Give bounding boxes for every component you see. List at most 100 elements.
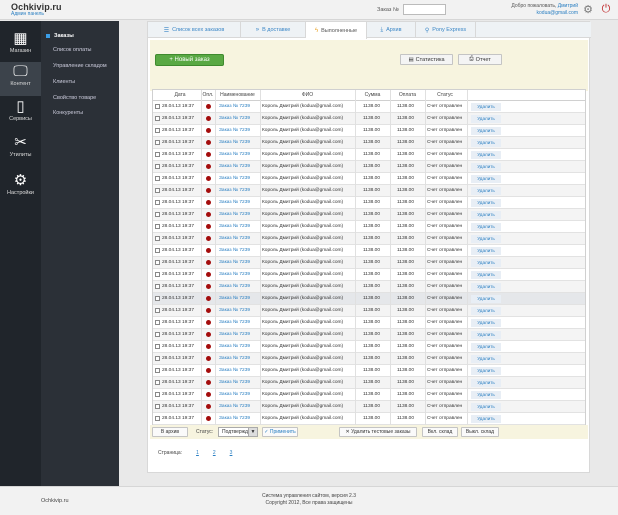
settings-gear-icon[interactable]: ⚙ [582, 3, 594, 16]
col-sum[interactable]: Сумма [355, 90, 390, 101]
page-link[interactable]: 1 [196, 450, 199, 456]
col-date[interactable]: Дата [159, 90, 201, 101]
delete-link[interactable]: Удалить [471, 247, 501, 255]
table-row[interactable]: 28.04.13 19:37 Заказ № 7239 Король Дмитрий… [153, 209, 585, 221]
row-checkbox[interactable] [155, 116, 160, 121]
order-link[interactable]: Заказ № 7239 [219, 365, 261, 377]
delete-link[interactable]: Удалить [471, 307, 501, 315]
order-link[interactable]: Заказ № 7239 [219, 233, 261, 245]
order-link[interactable]: Заказ № 7239 [219, 389, 261, 401]
table-row[interactable]: 28.04.13 19:37 Заказ № 7239 Король Дмитрий… [153, 377, 585, 389]
order-link[interactable]: Заказ № 7239 [219, 305, 261, 317]
delete-link[interactable]: Удалить [471, 187, 501, 195]
table-row[interactable]: 28.04.13 19:37 Заказ № 7239 Король Дмитрий… [153, 101, 585, 113]
row-checkbox[interactable] [155, 308, 160, 313]
tab-archive[interactable]: ⤓ Архив [367, 22, 416, 38]
delete-link[interactable]: Удалить [471, 127, 501, 135]
order-link[interactable]: Заказ № 7239 [219, 329, 261, 341]
tab-completed[interactable]: ϟ Выполненные [306, 22, 367, 39]
row-checkbox[interactable] [155, 128, 160, 133]
table-row[interactable]: 28.04.13 19:37 Заказ № 7239 Король Дмитрий… [153, 413, 585, 425]
order-link[interactable]: Заказ № 7239 [219, 257, 261, 269]
delete-link[interactable]: Удалить [471, 175, 501, 183]
delete-link[interactable]: Удалить [471, 415, 501, 423]
stock-off-button[interactable]: Выкл. склад [461, 427, 499, 437]
delete-test-orders-button[interactable]: ✕ Удалить тестовые заказы [339, 427, 417, 437]
col-fio[interactable]: ФИО [260, 90, 355, 101]
delete-link[interactable]: Удалить [471, 367, 501, 375]
rail-item-content[interactable]: 🖵 Контент [0, 62, 41, 96]
col-status[interactable]: Статус [425, 90, 465, 101]
status-select[interactable]: Подтвержден ▼ [218, 427, 258, 437]
table-row[interactable]: 28.04.13 19:37 Заказ № 7239 Король Дмитрий… [153, 389, 585, 401]
order-link[interactable]: Заказ № 7239 [219, 137, 261, 149]
table-row[interactable]: 28.04.13 19:37 Заказ № 7239 Король Дмитрий… [153, 185, 585, 197]
row-checkbox[interactable] [155, 392, 160, 397]
order-link[interactable]: Заказ № 7239 [219, 341, 261, 353]
delete-link[interactable]: Удалить [471, 235, 501, 243]
new-order-button[interactable]: + Новый заказ [155, 54, 224, 66]
order-link[interactable]: Заказ № 7239 [219, 221, 261, 233]
row-checkbox[interactable] [155, 272, 160, 277]
delete-link[interactable]: Удалить [471, 163, 501, 171]
delete-link[interactable]: Удалить [471, 319, 501, 327]
apply-button[interactable]: ✓ Применить [262, 427, 298, 437]
col-payment[interactable]: Оплата [390, 90, 425, 101]
tab-in-delivery[interactable]: » В доставке [241, 22, 306, 38]
row-checkbox[interactable] [155, 176, 160, 181]
archive-button[interactable]: В архив [152, 427, 188, 437]
row-checkbox[interactable] [155, 368, 160, 373]
table-row[interactable]: 28.04.13 19:37 Заказ № 7239 Король Дмитрий… [153, 125, 585, 137]
order-number-input[interactable] [402, 4, 446, 15]
tab-all-orders[interactable]: ☰ Список всех заказов [148, 22, 241, 38]
table-row[interactable]: 28.04.13 19:37 Заказ № 7239 Король Дмитрий… [153, 401, 585, 413]
row-checkbox[interactable] [155, 164, 160, 169]
order-link[interactable]: Заказ № 7239 [219, 149, 261, 161]
table-row[interactable]: 28.04.13 19:37 Заказ № 7239 Король Дмитрий… [153, 137, 585, 149]
row-checkbox[interactable] [155, 248, 160, 253]
order-link[interactable]: Заказ № 7239 [219, 353, 261, 365]
row-checkbox[interactable] [155, 104, 160, 109]
table-row[interactable]: 28.04.13 19:37 Заказ № 7239 Король Дмитрий… [153, 269, 585, 281]
row-checkbox[interactable] [155, 140, 160, 145]
row-checkbox[interactable] [155, 356, 160, 361]
submenu-heading[interactable]: Заказы [41, 31, 119, 41]
submenu-item[interactable]: Конкуренты [53, 110, 83, 116]
table-row[interactable]: 28.04.13 19:37 Заказ № 7239 Король Дмитрий… [153, 329, 585, 341]
delete-link[interactable]: Удалить [471, 223, 501, 231]
order-link[interactable]: Заказ № 7239 [219, 281, 261, 293]
table-row[interactable]: 28.04.13 19:37 Заказ № 7239 Король Дмитрий… [153, 281, 585, 293]
row-checkbox[interactable] [155, 416, 160, 421]
row-checkbox[interactable] [155, 320, 160, 325]
rail-item-store[interactable]: ▦ Магазин [0, 29, 41, 63]
delete-link[interactable]: Удалить [471, 295, 501, 303]
delete-link[interactable]: Удалить [471, 379, 501, 387]
delete-link[interactable]: Удалить [471, 343, 501, 351]
col-name[interactable]: Наименование [215, 90, 260, 101]
row-checkbox[interactable] [155, 152, 160, 157]
delete-link[interactable]: Удалить [471, 139, 501, 147]
order-link[interactable]: Заказ № 7239 [219, 401, 261, 413]
delete-link[interactable]: Удалить [471, 259, 501, 267]
col-paid-flag[interactable]: Опл. [201, 90, 215, 101]
rail-item-utilities[interactable]: ✂ Утилиты [0, 133, 41, 167]
order-link[interactable]: Заказ № 7239 [219, 209, 261, 221]
row-checkbox[interactable] [155, 224, 160, 229]
table-row[interactable]: 28.04.13 19:37 Заказ № 7239 Король Дмитрий… [153, 353, 585, 365]
row-checkbox[interactable] [155, 332, 160, 337]
report-button[interactable]: ⎙ Отчет [458, 54, 502, 65]
row-checkbox[interactable] [155, 284, 160, 289]
table-row[interactable]: 28.04.13 19:37 Заказ № 7239 Король Дмитрий… [153, 149, 585, 161]
table-row[interactable]: 28.04.13 19:37 Заказ № 7239 Король Дмитрий… [153, 221, 585, 233]
submenu-item[interactable]: Управление складом [53, 63, 107, 69]
order-link[interactable]: Заказ № 7239 [219, 293, 261, 305]
delete-link[interactable]: Удалить [471, 103, 501, 111]
table-row[interactable]: 28.04.13 19:37 Заказ № 7239 Король Дмитрий… [153, 197, 585, 209]
row-checkbox[interactable] [155, 296, 160, 301]
order-link[interactable]: Заказ № 7239 [219, 269, 261, 281]
table-row[interactable]: 28.04.13 19:37 Заказ № 7239 Король Дмитрий… [153, 245, 585, 257]
table-row[interactable]: 28.04.13 19:37 Заказ № 7239 Король Дмитрий… [153, 113, 585, 125]
table-row[interactable]: 28.04.13 19:37 Заказ № 7239 Король Дмитрий… [153, 233, 585, 245]
tab-pony-express[interactable]: ⚲ Pony Express [416, 22, 476, 38]
delete-link[interactable]: Удалить [471, 403, 501, 411]
